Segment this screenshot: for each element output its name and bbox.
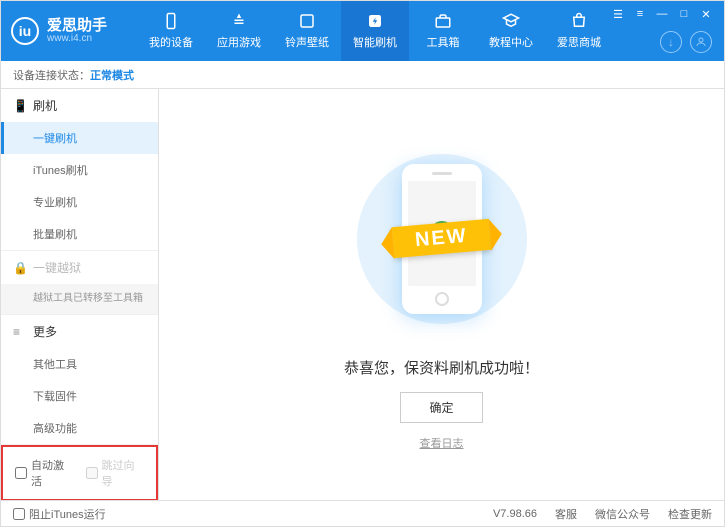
lock-icon: 🔒 (13, 261, 27, 275)
device-icon (161, 12, 181, 30)
sidebar-section-jailbreak[interactable]: 🔒一键越狱 (1, 251, 158, 284)
sidebar-item-other-tools[interactable]: 其他工具 (1, 348, 158, 380)
nav-my-device[interactable]: 我的设备 (137, 1, 205, 61)
logo: iu 爱思助手 www.i4.cn (11, 17, 107, 45)
sidebar-item-batch-flash[interactable]: 批量刷机 (1, 218, 158, 250)
tutorial-icon (501, 12, 521, 30)
footer: 阻止iTunes运行 V7.98.66 客服 微信公众号 检查更新 (1, 500, 724, 526)
more-icon: ≡ (13, 325, 27, 339)
sidebar: 📱刷机 一键刷机 iTunes刷机 专业刷机 批量刷机 🔒一键越狱 越狱工具已转… (1, 89, 159, 500)
nav-ringtones[interactable]: 铃声壁纸 (273, 1, 341, 61)
expand-button[interactable]: ≡ (632, 7, 648, 21)
sidebar-item-oneclick-flash[interactable]: 一键刷机 (1, 122, 158, 154)
success-message: 恭喜您，保资料刷机成功啦！ (344, 357, 539, 378)
top-nav: 我的设备 应用游戏 铃声壁纸 智能刷机 工具箱 教程中心 爱思商城 (137, 1, 613, 61)
block-itunes-checkbox[interactable]: 阻止iTunes运行 (13, 506, 106, 522)
sidebar-item-pro-flash[interactable]: 专业刷机 (1, 186, 158, 218)
phone-icon: 📱 (13, 99, 27, 113)
jailbreak-note: 越狱工具已转移至工具箱 (1, 284, 158, 314)
version-label: V7.98.66 (493, 508, 537, 520)
ok-button[interactable]: 确定 (400, 392, 482, 423)
nav-tutorials[interactable]: 教程中心 (477, 1, 545, 61)
app-header: iu 爱思助手 www.i4.cn 我的设备 应用游戏 铃声壁纸 智能刷机 工具… (1, 1, 724, 61)
nav-flash[interactable]: 智能刷机 (341, 1, 409, 61)
wechat-link[interactable]: 微信公众号 (595, 506, 650, 522)
menu-button[interactable]: ☰ (610, 7, 626, 21)
download-button[interactable]: ↓ (660, 31, 682, 53)
status-label: 设备连接状态： (13, 67, 90, 83)
app-subtitle: www.i4.cn (47, 33, 107, 44)
wallpaper-icon (297, 12, 317, 30)
update-link[interactable]: 检查更新 (668, 506, 712, 522)
status-value: 正常模式 (90, 67, 134, 83)
user-button[interactable] (690, 31, 712, 53)
options-highlight-box: 自动激活 跳过向导 (1, 445, 158, 500)
sidebar-item-download-firmware[interactable]: 下载固件 (1, 380, 158, 412)
success-illustration: ✓ NEW (342, 139, 542, 339)
store-icon (569, 12, 589, 30)
logo-icon: iu (11, 17, 39, 45)
support-link[interactable]: 客服 (555, 506, 577, 522)
app-title: 爱思助手 (47, 18, 107, 33)
toolbox-icon (433, 12, 453, 30)
view-log-link[interactable]: 查看日志 (420, 435, 464, 451)
sidebar-section-more[interactable]: ≡更多 (1, 315, 158, 348)
nav-store[interactable]: 爱思商城 (545, 1, 613, 61)
nav-toolbox[interactable]: 工具箱 (409, 1, 477, 61)
flash-icon (365, 12, 385, 30)
maximize-button[interactable]: □ (676, 7, 692, 21)
close-button[interactable]: ✕ (698, 7, 714, 21)
minimize-button[interactable]: — (654, 7, 670, 21)
nav-apps[interactable]: 应用游戏 (205, 1, 273, 61)
status-bar: 设备连接状态： 正常模式 (1, 61, 724, 89)
sidebar-section-flash[interactable]: 📱刷机 (1, 89, 158, 122)
apps-icon (229, 12, 249, 30)
skip-setup-checkbox[interactable]: 跳过向导 (86, 457, 145, 489)
auto-activate-checkbox[interactable]: 自动激活 (15, 457, 74, 489)
main-content: ✓ NEW 恭喜您，保资料刷机成功啦！ 确定 查看日志 (159, 89, 724, 500)
window-controls: ☰ ≡ — □ ✕ (610, 7, 714, 21)
sidebar-item-advanced[interactable]: 高级功能 (1, 412, 158, 444)
sidebar-item-itunes-flash[interactable]: iTunes刷机 (1, 154, 158, 186)
